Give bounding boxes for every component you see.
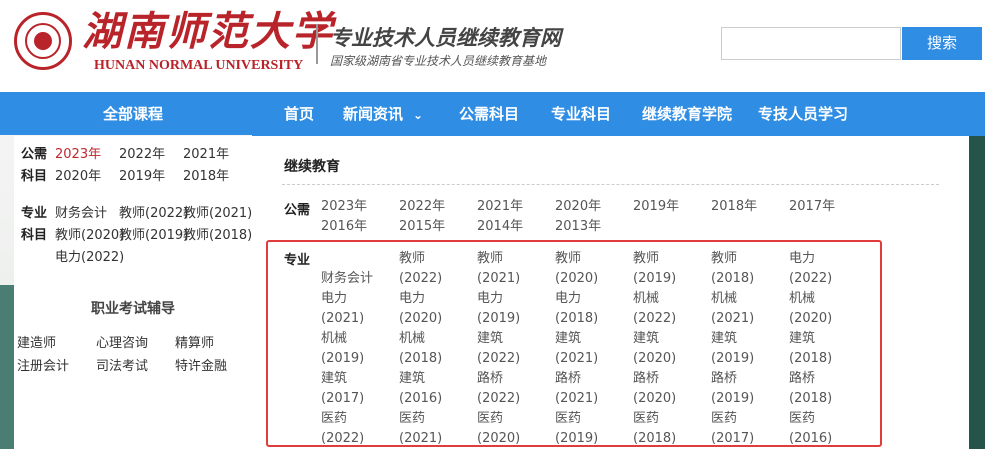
sidebar-pro-teacher-2018[interactable]: 教师(2018) [183, 225, 252, 247]
public-row-label: 公需 [284, 203, 311, 218]
university-seal-icon [14, 12, 72, 70]
sidebar-pro-teacher-2019[interactable]: 教师(2019) [119, 225, 188, 247]
sidebar-pro-label-1: 专业 [21, 206, 48, 221]
sidebar-pro-teacher-2022[interactable]: 教师(2022) [119, 203, 188, 225]
site-header: 湖南师范大学 HUNAN NORMAL UNIVERSITY 专业技术人员继续教… [0, 0, 985, 92]
career-item-psych[interactable]: 心理咨询 [96, 332, 148, 351]
nav-all-courses[interactable]: 全部课程 [14, 92, 252, 136]
sidebar-year-2019[interactable]: 2019年 [119, 166, 165, 188]
nav-study[interactable]: 专技人员学习 [758, 92, 848, 136]
university-name-cn[interactable]: 湖南师范大学 [82, 8, 334, 56]
section-divider [282, 184, 939, 185]
sidebar-public-label-2: 科目 [21, 169, 48, 184]
public-year-link[interactable]: 2018年 [711, 197, 757, 217]
section-title: 继续教育 [284, 159, 340, 175]
sidebar-year-2021[interactable]: 2021年 [183, 144, 229, 166]
nav-home[interactable]: 首页 [284, 92, 314, 136]
public-year-link[interactable]: 2020年 [555, 197, 601, 217]
sidebar-pro-teacher-2020[interactable]: 教师(2020) [55, 225, 124, 247]
sidebar-year-2022[interactable]: 2022年 [119, 144, 165, 166]
career-item-builder[interactable]: 建造师 [17, 332, 56, 351]
sidebar-pro-label-2: 科目 [21, 228, 48, 243]
site-title: 专业技术人员继续教育网 [330, 26, 561, 50]
career-section-title: 职业考试辅导 [91, 301, 175, 317]
sidebar-year-2020[interactable]: 2020年 [55, 166, 101, 188]
public-year-link[interactable]: 2021年 [477, 197, 523, 217]
search-input[interactable] [721, 27, 901, 60]
public-year-link[interactable]: 2014年 [477, 217, 523, 237]
public-year-link[interactable]: 2013年 [555, 217, 601, 237]
nav-news[interactable]: 新闻资讯 ⌄ [343, 92, 423, 136]
sidebar-year-2023[interactable]: 2023年 [55, 144, 101, 166]
university-name-en: HUNAN NORMAL UNIVERSITY [94, 58, 304, 73]
public-year-link[interactable]: 2015年 [399, 217, 445, 237]
nav-news-label: 新闻资讯 [343, 105, 404, 123]
highlight-box [266, 240, 882, 447]
public-year-link[interactable]: 2023年 [321, 197, 367, 217]
nav-college[interactable]: 继续教育学院 [642, 92, 732, 136]
sidebar-year-2018[interactable]: 2018年 [183, 166, 229, 188]
site-subtitle: 国家级湖南省专业技术人员继续教育基地 [330, 54, 547, 68]
sidebar-pro-finance[interactable]: 财务会计 [55, 203, 107, 225]
main-nav: 全部课程 首页 新闻资讯 ⌄ 公需科目 专业科目 继续教育学院 专技人员学习 [0, 92, 985, 136]
search-button[interactable]: 搜索 [902, 27, 982, 60]
public-year-link[interactable]: 2022年 [399, 197, 445, 217]
public-year-link[interactable]: 2019年 [633, 197, 679, 217]
career-item-cfa[interactable]: 特许金融 [175, 355, 227, 374]
nav-pro-courses[interactable]: 专业科目 [551, 92, 611, 136]
career-item-actuary[interactable]: 精算师 [175, 332, 214, 351]
sidebar: 公需 科目 2023年 2022年 2021年 2020年 2019年 2018… [14, 136, 252, 449]
nav-public-courses[interactable]: 公需科目 [459, 92, 519, 136]
sidebar-pro-power-2022[interactable]: 电力(2022) [55, 247, 124, 269]
sidebar-pro-teacher-2021[interactable]: 教师(2021) [183, 203, 252, 225]
header-divider [316, 24, 318, 64]
public-year-link[interactable]: 2016年 [321, 217, 367, 237]
sidebar-public-label-1: 公需 [21, 147, 48, 162]
career-item-cpa[interactable]: 注册会计 [17, 355, 69, 374]
chevron-down-icon: ⌄ [413, 108, 424, 122]
career-item-law[interactable]: 司法考试 [96, 355, 148, 374]
public-year-link[interactable]: 2017年 [789, 197, 835, 217]
right-chalkboard-decoration [969, 136, 985, 449]
